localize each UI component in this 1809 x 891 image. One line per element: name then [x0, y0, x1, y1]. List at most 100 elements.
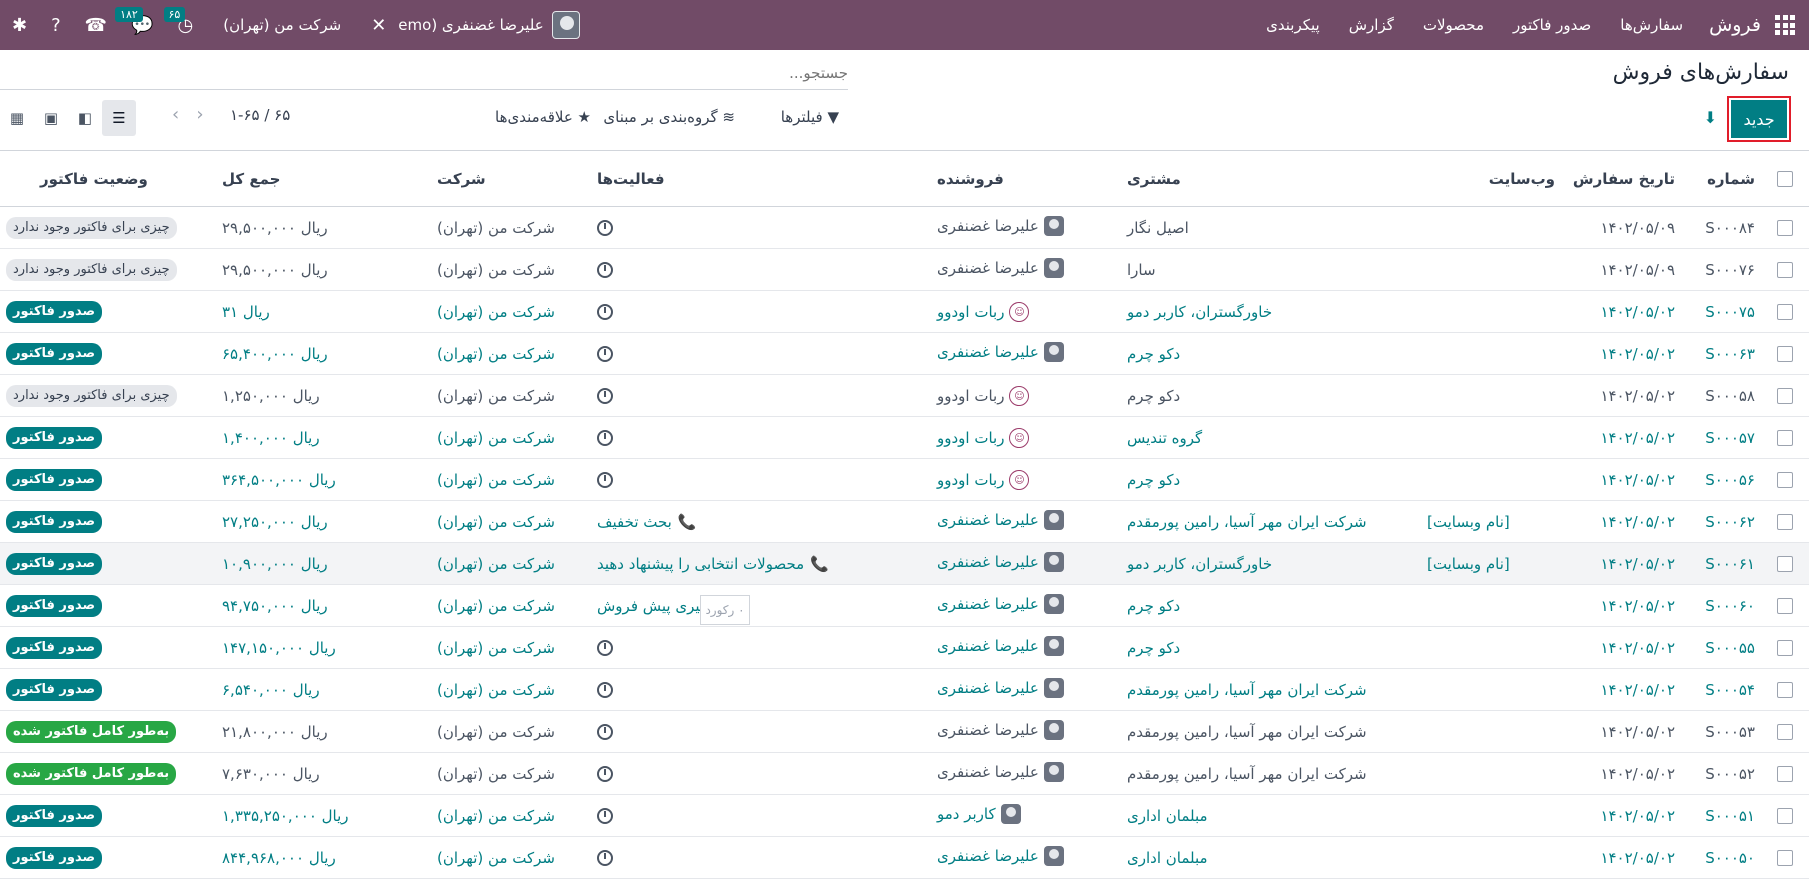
row-checkbox[interactable] — [1777, 304, 1793, 320]
tools-icon[interactable]: ✕ — [371, 15, 386, 36]
select-all-checkbox[interactable] — [1777, 171, 1793, 187]
row-checkbox[interactable] — [1777, 262, 1793, 278]
col-website[interactable]: وب‌سایت — [1421, 150, 1561, 207]
activity-clock-icon[interactable] — [597, 808, 613, 824]
activity-summary[interactable]: محصولات انتخابی را پیشنهاد دهید — [597, 555, 804, 573]
activity-clock-icon[interactable] — [597, 388, 613, 404]
pivot-view-icon[interactable]: ▦ — [0, 100, 34, 136]
activity-clock-icon[interactable] — [597, 220, 613, 236]
order-number[interactable]: S۰۰۰۶۱ — [1681, 542, 1761, 585]
col-invoice-status[interactable]: وضعیت فاکتور — [0, 150, 216, 207]
order-number[interactable]: S۰۰۰۵۲ — [1681, 752, 1761, 795]
row-checkbox[interactable] — [1777, 388, 1793, 404]
salesperson[interactable]: ☺ ربات اودوو — [937, 302, 1030, 323]
kanban-view-icon[interactable]: ◧ — [68, 100, 102, 136]
activity-clock-icon[interactable] — [597, 766, 613, 782]
table-row[interactable]: S۰۰۰۵۲ ۱۴۰۲/۰۵/۰۲ شرکت ایران مهر آسیا، رام… — [0, 752, 1809, 795]
table-row[interactable]: S۰۰۰۸۴ ۱۴۰۲/۰۵/۰۹ اصیل نگار علیرضا غضنفری شر… — [0, 206, 1809, 249]
row-checkbox[interactable] — [1777, 220, 1793, 236]
activity-clock-icon[interactable] — [597, 850, 613, 866]
order-number[interactable]: S۰۰۰۵۸ — [1681, 374, 1761, 417]
row-checkbox[interactable] — [1777, 640, 1793, 656]
menu-invoicing[interactable]: صدور فاکتور — [1513, 16, 1591, 34]
col-company[interactable]: شرکت — [431, 150, 591, 207]
col-number[interactable]: شماره — [1681, 150, 1761, 207]
menu-configuration[interactable]: پیکربندی — [1266, 16, 1320, 34]
order-number[interactable]: S۰۰۰۵۶ — [1681, 458, 1761, 501]
salesperson[interactable]: علیرضا غضنفری — [937, 761, 1064, 782]
salesperson[interactable]: علیرضا غضنفری — [937, 719, 1064, 740]
col-salesperson[interactable]: فروشنده — [931, 150, 1121, 207]
table-row[interactable]: S۰۰۰۵۵ ۱۴۰۲/۰۵/۰۲ دکو چرم علیرضا غضنفری شرکت… — [0, 626, 1809, 669]
download-icon[interactable]: ⬇ — [1704, 108, 1717, 127]
col-date[interactable]: تاریخ سفارش — [1561, 150, 1681, 207]
pager-value[interactable]: ۱-۶۵ / ۶۵ — [230, 106, 290, 124]
debug-bug-icon[interactable]: ✱ — [12, 15, 27, 36]
table-row[interactable]: S۰۰۰۷۵ ۱۴۰۲/۰۵/۰۲ خاورگستران، کاربر دمو ☺ رب… — [0, 290, 1809, 333]
table-row[interactable]: S۰۰۰۵۴ ۱۴۰۲/۰۵/۰۲ شرکت ایران مهر آسیا، رام… — [0, 668, 1809, 711]
table-row[interactable]: S۰۰۰۵۸ ۱۴۰۲/۰۵/۰۲ دکو چرم ☺ ربات اودوو شرکت م… — [0, 374, 1809, 417]
phone-icon[interactable]: 📞 — [810, 555, 829, 573]
table-row[interactable]: S۰۰۰۶۳ ۱۴۰۲/۰۵/۰۲ دکو چرم علیرضا غضنفری شرکت… — [0, 332, 1809, 375]
table-row[interactable]: S۰۰۰۵۷ ۱۴۰۲/۰۵/۰۲ گروه تندیس ☺ ربات اودوو شرک… — [0, 416, 1809, 459]
activity-summary[interactable]: بحث تخفیف — [597, 513, 672, 531]
order-number[interactable]: S۰۰۰۸۴ — [1681, 206, 1761, 249]
favorites-toggle[interactable]: ★ علاقه‌مندی‌ها — [495, 108, 591, 126]
row-checkbox[interactable] — [1777, 556, 1793, 572]
table-row[interactable]: S۰۰۰۵۳ ۱۴۰۲/۰۵/۰۲ شرکت ایران مهر آسیا، رام… — [0, 710, 1809, 753]
activity-clock-icon[interactable] — [597, 262, 613, 278]
activity-clock-icon[interactable] — [597, 640, 613, 656]
salesperson[interactable]: علیرضا غضنفری — [937, 593, 1064, 614]
calendar-view-icon[interactable]: ▣ — [34, 100, 68, 136]
table-row[interactable]: S۰۰۰۶۱ ۱۴۰۲/۰۵/۰۲ [نام وبسایت] خاورگستران، … — [0, 542, 1809, 585]
order-number[interactable]: S۰۰۰۵۴ — [1681, 668, 1761, 711]
row-checkbox[interactable] — [1777, 766, 1793, 782]
group-by-toggle[interactable]: ≋ گروه‌بندی بر مبنای — [603, 108, 735, 126]
apps-grid-icon[interactable] — [1775, 15, 1795, 35]
activity-clock-icon[interactable] — [597, 430, 613, 446]
activity-summary[interactable]: پیگیری پیش فروش — [597, 597, 717, 615]
salesperson[interactable]: ☺ ربات اودوو — [937, 386, 1030, 407]
search-input[interactable] — [0, 58, 848, 88]
order-number[interactable]: S۰۰۰۶۲ — [1681, 500, 1761, 543]
salesperson[interactable]: کاربر دمو — [937, 803, 1021, 824]
table-row[interactable]: S۰۰۰۵۰ ۱۴۰۲/۰۵/۰۲ مبلمان اداری علیرضا غضنفر… — [0, 836, 1809, 879]
app-name[interactable]: فروش — [1709, 14, 1761, 36]
row-checkbox[interactable] — [1777, 682, 1793, 698]
order-number[interactable]: S۰۰۰۵۱ — [1681, 794, 1761, 837]
salesperson[interactable]: علیرضا غضنفری — [937, 341, 1064, 362]
menu-reporting[interactable]: گزارش — [1349, 16, 1394, 34]
order-number[interactable]: S۰۰۰۵۵ — [1681, 626, 1761, 669]
company-switcher[interactable]: شرکت من (تهران) — [223, 16, 341, 34]
order-number[interactable]: S۰۰۰۵۷ — [1681, 416, 1761, 459]
col-customer[interactable]: مشتری — [1121, 150, 1421, 207]
order-number[interactable]: S۰۰۰۵۳ — [1681, 710, 1761, 753]
table-row[interactable]: S۰۰۰۵۱ ۱۴۰۲/۰۵/۰۲ مبلمان اداری کاربر دمو شرک… — [0, 794, 1809, 837]
salesperson[interactable]: علیرضا غضنفری — [937, 215, 1064, 236]
order-number[interactable]: S۰۰۰۷۵ — [1681, 290, 1761, 333]
order-number[interactable]: S۰۰۰۷۶ — [1681, 248, 1761, 291]
pager-prev-icon[interactable]: ‹ — [172, 104, 179, 125]
row-checkbox[interactable] — [1777, 430, 1793, 446]
salesperson[interactable]: علیرضا غضنفری — [937, 635, 1064, 656]
salesperson[interactable]: علیرضا غضنفری — [937, 845, 1064, 866]
salesperson[interactable]: علیرضا غضنفری — [937, 677, 1064, 698]
table-row[interactable]: S۰۰۰۵۶ ۱۴۰۲/۰۵/۰۲ دکو چرم ☺ ربات اودوو شرکت م… — [0, 458, 1809, 501]
user-menu[interactable]: علیرضا غضنفری (emo — [398, 11, 583, 39]
row-checkbox[interactable] — [1777, 724, 1793, 740]
row-checkbox[interactable] — [1777, 346, 1793, 362]
menu-orders[interactable]: سفارش‌ها — [1620, 16, 1683, 34]
help-icon[interactable]: ? — [51, 15, 61, 36]
pager-next-icon[interactable]: › — [196, 104, 203, 125]
messages-icon[interactable]: 💬 ۱۸۲ — [115, 6, 154, 36]
activity-clock-icon[interactable] — [597, 472, 613, 488]
phone-icon[interactable]: ☎ — [85, 15, 107, 36]
order-number[interactable]: S۰۰۰۶۰ — [1681, 584, 1761, 627]
menu-products[interactable]: محصولات — [1423, 16, 1484, 34]
row-checkbox[interactable] — [1777, 598, 1793, 614]
row-checkbox[interactable] — [1777, 850, 1793, 866]
table-row[interactable]: S۰۰۰۶۲ ۱۴۰۲/۰۵/۰۲ [نام وبسایت] شرکت ایران م… — [0, 500, 1809, 543]
list-view-icon[interactable]: ☰ — [102, 100, 136, 136]
phone-icon[interactable]: 📞 — [678, 513, 697, 531]
table-row[interactable]: S۰۰۰۷۶ ۱۴۰۲/۰۵/۰۹ سارا علیرضا غضنفری شرکت من… — [0, 248, 1809, 291]
